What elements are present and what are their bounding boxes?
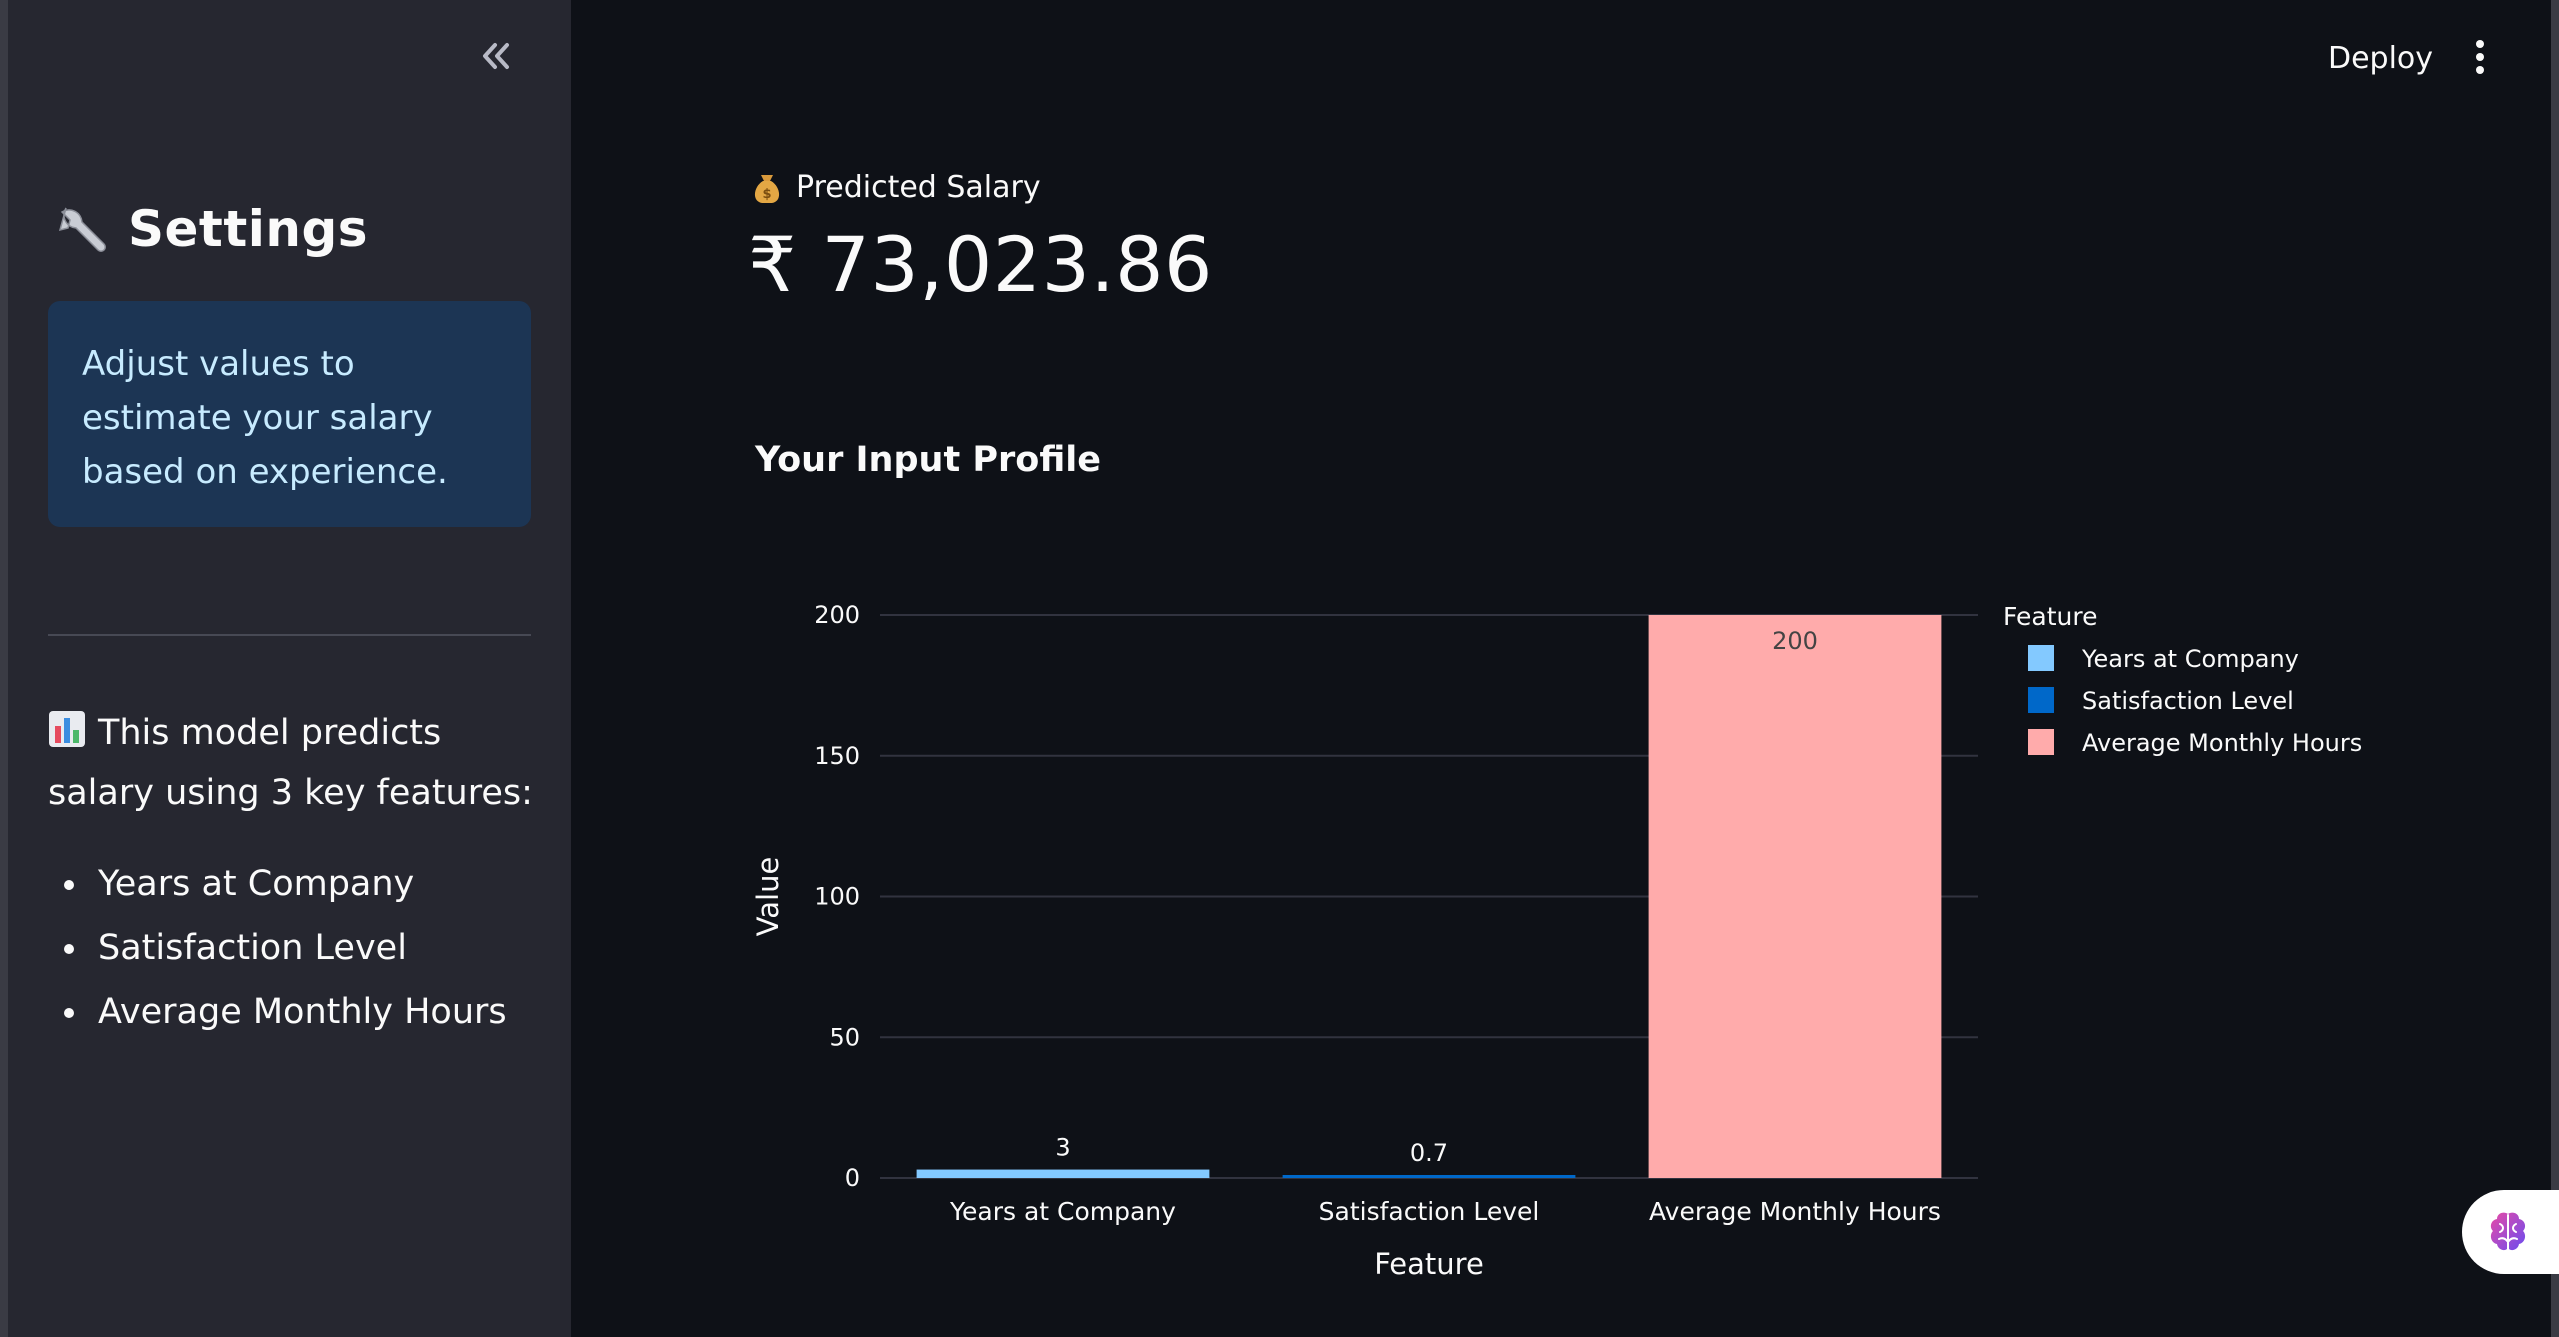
data-label: 3 — [1055, 1134, 1070, 1162]
legend-label: Years at Company — [2081, 645, 2299, 673]
window-frame-right — [2551, 0, 2559, 1337]
metric-label: $ Predicted Salary — [750, 170, 1041, 205]
window-frame-left — [0, 0, 8, 1337]
info-alert-text: Adjust values to estimate your salary ba… — [82, 344, 448, 492]
bar — [916, 1169, 1210, 1178]
y-tick-label: 50 — [829, 1023, 860, 1051]
main-menu-button[interactable] — [2460, 32, 2500, 82]
list-item: Satisfaction Level — [48, 916, 507, 980]
wrench-icon — [58, 207, 106, 252]
legend-swatch — [2028, 729, 2054, 755]
x-tick-label: Average Monthly Hours — [1649, 1197, 1941, 1226]
app-window: Settings Adjust values to estimate your … — [0, 0, 2559, 1337]
assistant-button[interactable] — [2462, 1190, 2559, 1274]
deploy-button[interactable]: Deploy — [2310, 30, 2451, 86]
x-tick-label: Satisfaction Level — [1319, 1197, 1540, 1226]
legend-label: Average Monthly Hours — [2082, 729, 2362, 757]
metric-label-text: Predicted Salary — [796, 170, 1041, 205]
legend-label: Satisfaction Level — [2082, 687, 2294, 715]
x-tick-label: Years at Company — [949, 1197, 1176, 1226]
deploy-button-label: Deploy — [2328, 40, 2434, 76]
bar-chart-icon — [48, 709, 86, 765]
section-title: Your Input Profile — [755, 440, 1102, 480]
legend-swatch — [2028, 645, 2054, 671]
list-item: Years at Company — [48, 852, 507, 916]
data-label: 0.7 — [1410, 1139, 1448, 1167]
sidebar-divider — [48, 634, 531, 636]
y-axis-title: Value — [751, 857, 785, 937]
info-alert: Adjust values to estimate your salary ba… — [48, 301, 531, 527]
legend-swatch — [2028, 687, 2054, 713]
y-tick-label: 200 — [814, 601, 860, 629]
y-tick-label: 100 — [814, 883, 860, 911]
sidebar: Settings Adjust values to estimate your … — [8, 0, 571, 1337]
x-axis-title: Feature — [1374, 1247, 1484, 1281]
bar — [1648, 615, 1942, 1178]
model-description: This model predicts salary using 3 key f… — [48, 705, 548, 821]
legend-title: Feature — [2003, 602, 2097, 631]
model-description-text: This model predicts salary using 3 key f… — [48, 713, 533, 813]
money-bag-icon: $ — [754, 174, 780, 203]
sidebar-title: Settings — [56, 200, 368, 258]
y-tick-label: 0 — [845, 1164, 860, 1192]
collapse-sidebar-button[interactable] — [476, 36, 516, 76]
more-vertical-icon — [2476, 40, 2484, 74]
svg-text:$: $ — [762, 187, 771, 202]
predicted-salary-value: ₹ 73,023.86 — [748, 220, 1213, 309]
bar — [1282, 1175, 1576, 1178]
feature-list: Years at Company Satisfaction Level Aver… — [48, 852, 507, 1044]
sidebar-title-text: Settings — [128, 200, 369, 258]
chevrons-left-icon — [483, 43, 509, 69]
input-profile-chart: 0 50 100 150 200 3 Years at Company 0.7 Satisfac… — [751, 601, 2362, 1281]
data-label: 200 — [1772, 627, 1818, 655]
y-tick-label: 150 — [814, 742, 860, 770]
list-item: Average Monthly Hours — [48, 980, 507, 1044]
brain-icon — [2490, 1212, 2526, 1251]
